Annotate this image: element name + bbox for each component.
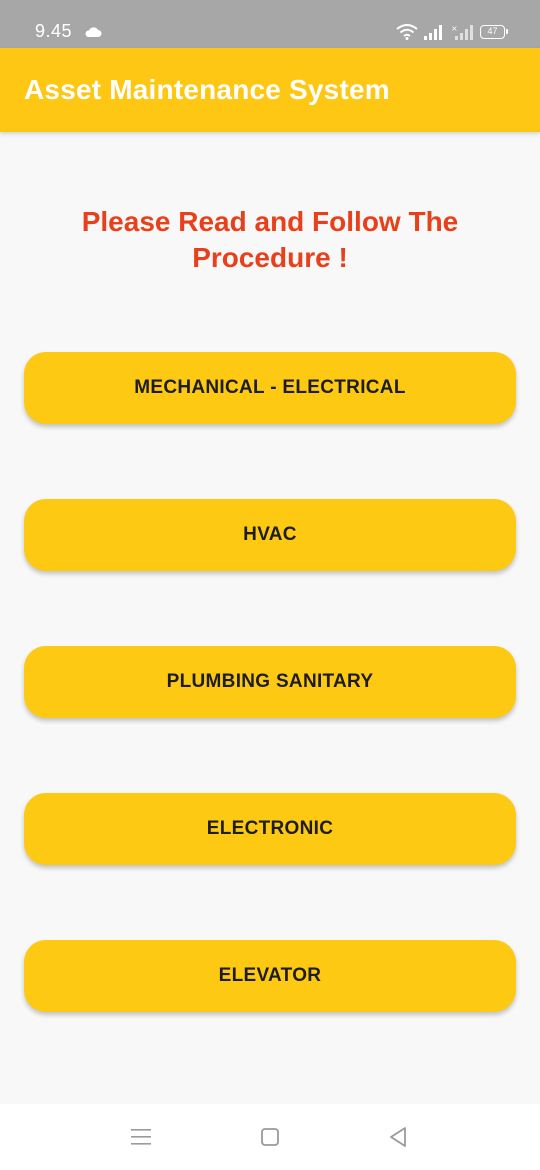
signal-icon bbox=[424, 25, 442, 40]
cloud-icon bbox=[85, 27, 102, 37]
status-bar: 9.45 × 47 bbox=[0, 0, 540, 48]
mechanical-electrical-button[interactable]: MECHANICAL - ELECTRICAL bbox=[24, 352, 516, 424]
signal-no-sim-icon: × bbox=[451, 24, 473, 40]
navigation-bar bbox=[0, 1104, 540, 1170]
status-time: 9.45 bbox=[35, 21, 73, 41]
wifi-icon bbox=[396, 24, 418, 40]
app-bar: Asset Maintenance System bbox=[0, 48, 540, 132]
hvac-button[interactable]: HVAC bbox=[24, 499, 516, 571]
menu-icon[interactable] bbox=[131, 1128, 151, 1146]
plumbing-sanitary-button[interactable]: PLUMBING SANITARY bbox=[24, 646, 516, 718]
home-icon[interactable] bbox=[261, 1128, 279, 1146]
elevator-button[interactable]: ELEVATOR bbox=[24, 940, 516, 1012]
procedure-heading: Please Read and Follow The Procedure ! bbox=[81, 206, 459, 273]
electronic-button[interactable]: ELECTRONIC bbox=[24, 793, 516, 865]
battery-icon: 47 bbox=[480, 25, 508, 39]
app-title: Asset Maintenance System bbox=[24, 74, 390, 105]
back-icon[interactable] bbox=[388, 1126, 408, 1148]
svg-text:×: × bbox=[451, 24, 458, 33]
